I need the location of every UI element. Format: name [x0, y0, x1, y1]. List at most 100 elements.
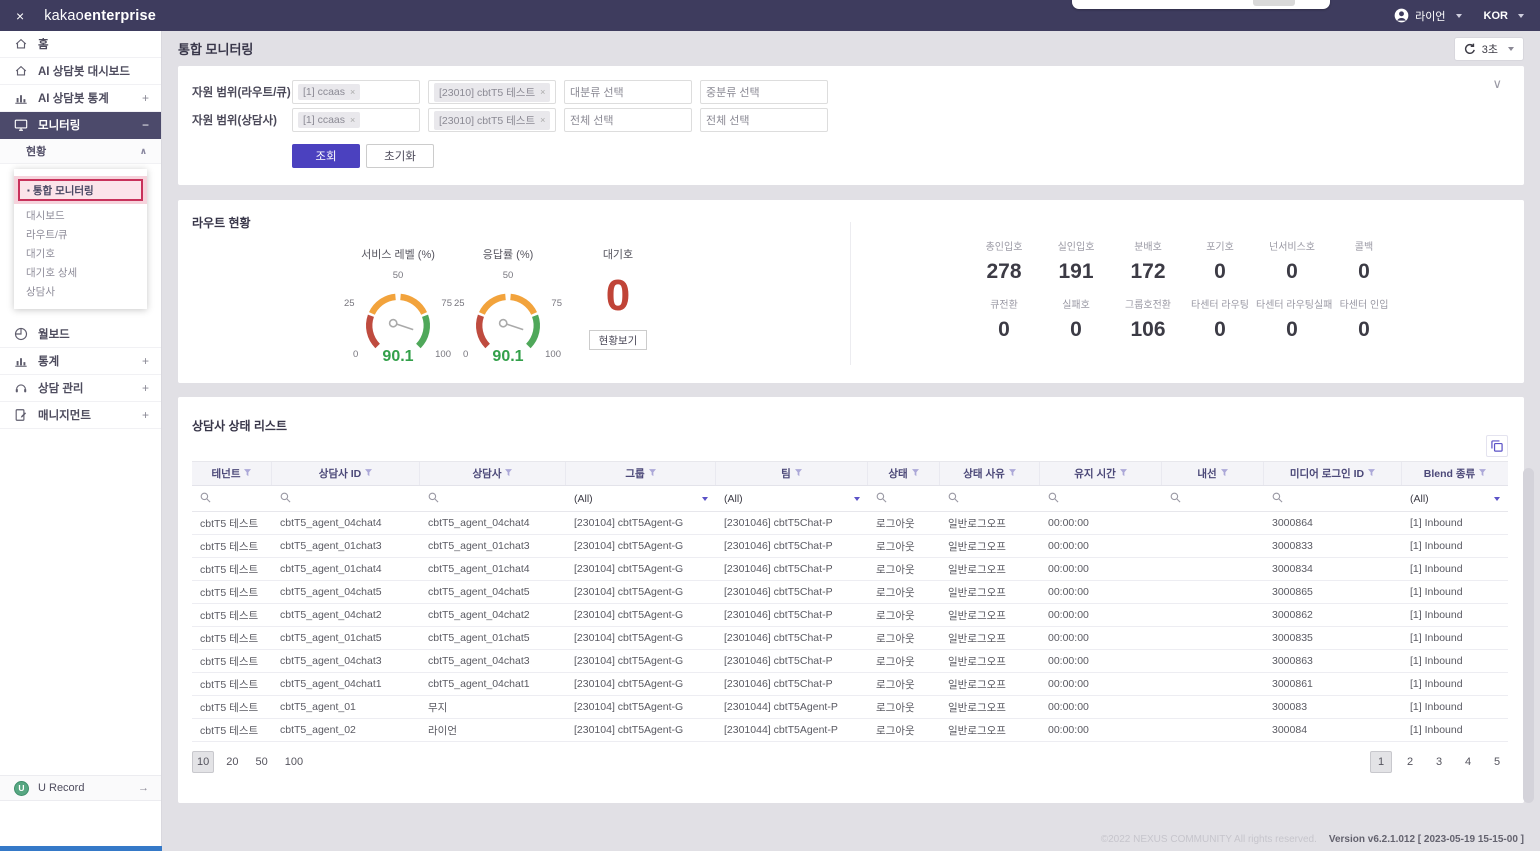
table-cell: 일반로그오프	[940, 512, 1040, 534]
gauge-tick: 75	[551, 298, 562, 309]
filter-funnel-icon[interactable]	[1009, 468, 1016, 480]
table-row[interactable]: cbtT5 테스트cbtT5_agent_04chat5cbtT5_agent_…	[192, 581, 1508, 604]
submenu-item[interactable]: 라우트/큐	[14, 225, 147, 244]
column-filter-search[interactable]	[420, 486, 566, 511]
column-header[interactable]: 미디어 로그인 ID	[1264, 462, 1402, 485]
filter-funnel-icon[interactable]	[1120, 468, 1127, 480]
table-cell: 00:00:00	[1040, 604, 1162, 626]
sidebar-item[interactable]: AI 상담봇 통계+	[0, 85, 161, 112]
table-cell: [1] Inbound	[1402, 673, 1508, 695]
column-header[interactable]: Blend 종류	[1402, 462, 1508, 485]
table-row[interactable]: cbtT5 테스트cbtT5_agent_04chat2cbtT5_agent_…	[192, 604, 1508, 627]
reset-button[interactable]: 초기화	[366, 144, 434, 168]
table-row[interactable]: cbtT5 테스트cbtT5_agent_01무지[230104] cbtT5A…	[192, 696, 1508, 719]
filter-funnel-icon[interactable]	[649, 468, 656, 480]
search-button[interactable]: 조회	[292, 144, 360, 168]
sidebar-item[interactable]: 통계+	[0, 348, 161, 375]
collapse-panel-icon[interactable]: ∨	[1492, 76, 1502, 92]
remove-tag-icon[interactable]: ×	[350, 87, 355, 97]
column-filter-search[interactable]	[1264, 486, 1402, 511]
page-number-button[interactable]: 1	[1370, 751, 1392, 773]
filter-funnel-icon[interactable]	[365, 468, 372, 480]
table-row[interactable]: cbtT5 테스트cbtT5_agent_01chat5cbtT5_agent_…	[192, 627, 1508, 650]
expand-marker: +	[142, 354, 149, 368]
page-size-button[interactable]: 100	[280, 751, 308, 773]
column-filter-search[interactable]	[272, 486, 420, 511]
table-row[interactable]: cbtT5 테스트cbtT5_agent_04chat3cbtT5_agent_…	[192, 650, 1508, 673]
filter-funnel-icon[interactable]	[795, 468, 802, 480]
filter-funnel-icon[interactable]	[244, 468, 251, 480]
resource-agent-tag1-field[interactable]: [1] ccaas×	[292, 108, 420, 132]
column-header[interactable]: 팀	[716, 462, 868, 485]
sidebar-item[interactable]: 홈	[0, 31, 161, 58]
sidebar-item[interactable]: AI 상담봇 대시보드	[0, 58, 161, 85]
submenu-item[interactable]: 상담사	[14, 282, 147, 301]
table-cell: 00:00:00	[1040, 696, 1162, 718]
avatar[interactable]	[1394, 8, 1409, 23]
column-filter-search[interactable]	[1162, 486, 1264, 511]
table-row[interactable]: cbtT5 테스트cbtT5_agent_01chat4cbtT5_agent_…	[192, 558, 1508, 581]
column-header[interactable]: 상담사 ID	[272, 462, 420, 485]
column-filter-select[interactable]: (All)	[566, 486, 716, 511]
column-filter-search[interactable]	[940, 486, 1040, 511]
column-filter-select[interactable]: (All)	[1402, 486, 1508, 511]
column-header[interactable]: 상태 사유	[940, 462, 1040, 485]
sidebar-item[interactable]: 월보드	[0, 321, 161, 348]
column-filter-select[interactable]: (All)	[716, 486, 868, 511]
column-header[interactable]: 그룹	[566, 462, 716, 485]
stat-cell: 그룹호전환106	[1112, 296, 1184, 342]
stat-value: 191	[1040, 260, 1112, 284]
column-filter-search[interactable]	[868, 486, 940, 511]
close-icon[interactable]: ×	[16, 9, 24, 23]
sidebar-item-u-record[interactable]: U U Record →	[0, 775, 161, 801]
table-row[interactable]: cbtT5 테스트cbtT5_agent_04chat1cbtT5_agent_…	[192, 673, 1508, 696]
refresh-interval-button[interactable]: 3초	[1454, 37, 1524, 61]
resource-route-tag1-field[interactable]: [1] ccaas×	[292, 80, 420, 104]
agent-team-select[interactable]: 전체 선택	[700, 108, 828, 132]
filter-funnel-icon[interactable]	[1368, 468, 1375, 480]
user-menu[interactable]: 라이언	[1415, 8, 1445, 24]
submenu-item[interactable]: 대기호 상세	[14, 263, 147, 282]
remove-tag-icon[interactable]: ×	[540, 115, 545, 125]
page-size-button[interactable]: 50	[251, 751, 273, 773]
remove-tag-icon[interactable]: ×	[540, 87, 545, 97]
view-status-button[interactable]: 현황보기	[589, 330, 647, 350]
submenu-item[interactable]: 대기호	[14, 244, 147, 263]
page-size-button[interactable]: 20	[221, 751, 243, 773]
column-header[interactable]: 상담사	[420, 462, 566, 485]
column-header[interactable]: 내선	[1162, 462, 1264, 485]
table-row[interactable]: cbtT5 테스트cbtT5_agent_02라이언[230104] cbtT5…	[192, 719, 1508, 742]
major-category-select[interactable]: 대분류 선택	[564, 80, 692, 104]
remove-tag-icon[interactable]: ×	[350, 115, 355, 125]
filter-funnel-icon[interactable]	[1479, 468, 1486, 480]
filter-funnel-icon[interactable]	[505, 468, 512, 480]
copy-table-button[interactable]	[1486, 435, 1508, 457]
column-header[interactable]: 상태	[868, 462, 940, 485]
page-number-button[interactable]: 2	[1399, 751, 1421, 773]
table-cell: 일반로그오프	[940, 673, 1040, 695]
submenu-item-active[interactable]: ▪통합 모니터링	[18, 179, 143, 201]
page-size-button[interactable]: 10	[192, 751, 214, 773]
resource-agent-tag2-field[interactable]: [23010] cbtT5 테스트×	[428, 108, 556, 132]
page-number-button[interactable]: 3	[1428, 751, 1450, 773]
sidebar-item[interactable]: 매니지먼트+	[0, 402, 161, 429]
page-number-button[interactable]: 5	[1486, 751, 1508, 773]
submenu-item[interactable]: 대시보드	[14, 206, 147, 225]
column-header[interactable]: 유지 시간	[1040, 462, 1162, 485]
filter-funnel-icon[interactable]	[1221, 468, 1228, 480]
page-number-button[interactable]: 4	[1457, 751, 1479, 773]
sidebar-item[interactable]: 모니터링−	[0, 112, 161, 139]
column-filter-search[interactable]	[1040, 486, 1162, 511]
language-menu[interactable]: KOR	[1484, 10, 1508, 22]
middle-category-select[interactable]: 중분류 선택	[700, 80, 828, 104]
column-header[interactable]: 테넌트	[192, 462, 272, 485]
resource-route-tag2-field[interactable]: [23010] cbtT5 테스트×	[428, 80, 556, 104]
table-row[interactable]: cbtT5 테스트cbtT5_agent_04chat4cbtT5_agent_…	[192, 512, 1508, 535]
table-row[interactable]: cbtT5 테스트cbtT5_agent_01chat3cbtT5_agent_…	[192, 535, 1508, 558]
sidebar-item[interactable]: 상담 관리+	[0, 375, 161, 402]
vertical-scrollbar[interactable]	[1523, 468, 1534, 803]
agent-group-select[interactable]: 전체 선택	[564, 108, 692, 132]
sidebar-section-status[interactable]: 현황 ∧	[0, 139, 161, 164]
filter-funnel-icon[interactable]	[912, 468, 919, 480]
column-filter-search[interactable]	[192, 486, 272, 511]
